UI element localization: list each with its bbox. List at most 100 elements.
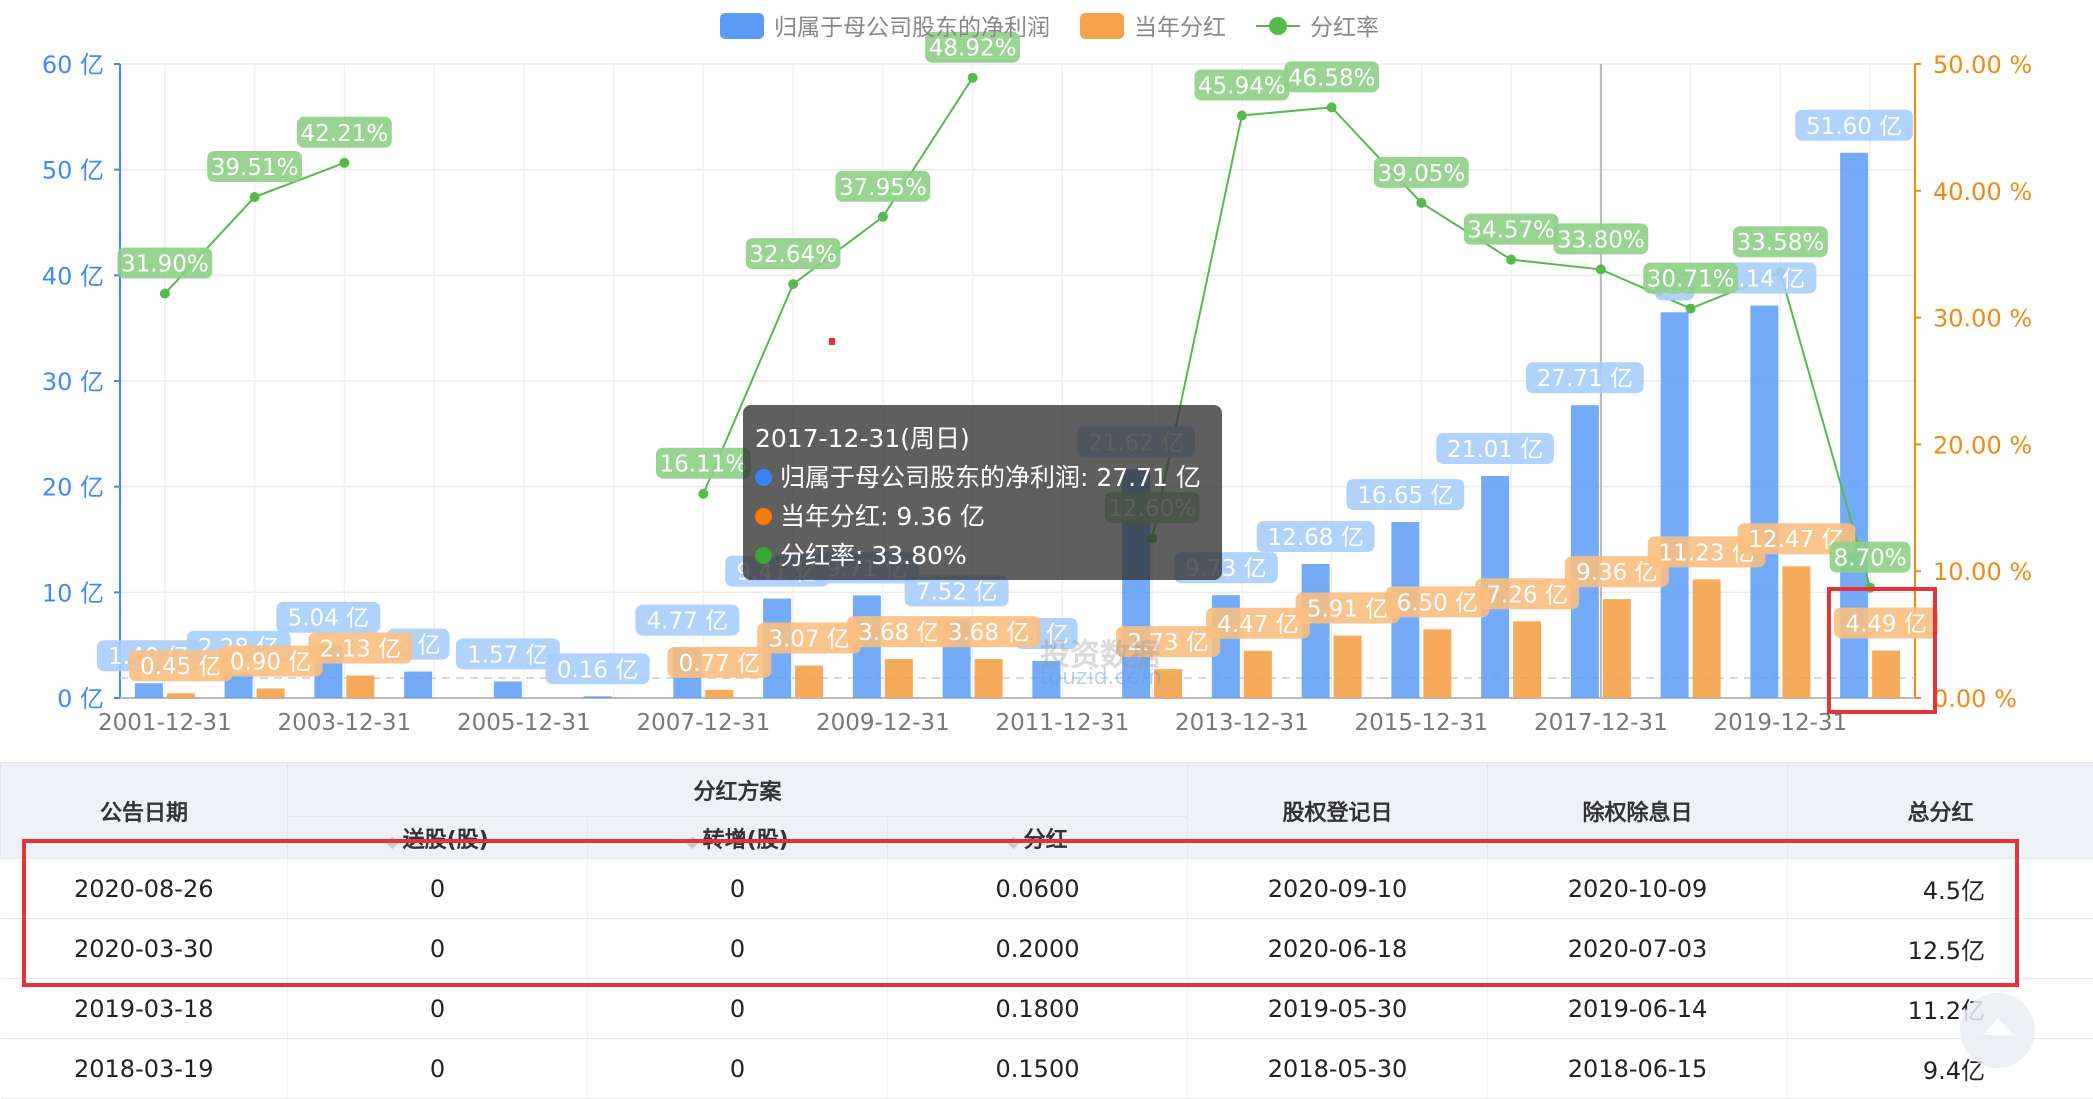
point-payout-ratio bbox=[1416, 198, 1426, 208]
label-payout-ratio: 46.58% bbox=[1288, 65, 1376, 91]
tooltip-row-ratio: 分红率: 33.80% bbox=[755, 536, 1210, 575]
table-cell: 9.4亿 bbox=[1788, 1039, 2093, 1099]
header-cash-dividend-label: 分红 bbox=[1024, 828, 1068, 853]
x-tick-label: 2013-12-31 bbox=[1175, 710, 1309, 736]
bar-dividend bbox=[1693, 579, 1721, 698]
table-row: 2020-08-26000.06002020-09-102020-10-094.… bbox=[1, 859, 2093, 919]
sort-icon: ◆ bbox=[686, 832, 698, 851]
label-net-profit: 21.01 亿 bbox=[1447, 437, 1543, 463]
label-dividend: 4.47 亿 bbox=[1217, 612, 1299, 638]
bar-net-profit bbox=[135, 683, 163, 698]
legend-label: 归属于母公司股东的净利润 bbox=[774, 15, 1050, 41]
header-record-date[interactable]: 股权登记日 bbox=[1188, 763, 1488, 859]
table-cell: 0 bbox=[288, 979, 588, 1039]
label-net-profit: 16.65 亿 bbox=[1357, 483, 1453, 509]
point-payout-ratio bbox=[160, 289, 170, 299]
table-cell: 0.1500 bbox=[888, 1039, 1188, 1099]
table-cell: 2019-06-14 bbox=[1488, 979, 1788, 1039]
tooltip-row-dividend: 当年分红: 9.36 亿 bbox=[755, 497, 1210, 536]
label-net-profit: 7.52 亿 bbox=[916, 580, 998, 606]
table-cell: 4.5亿 bbox=[1788, 859, 2093, 919]
table-cell: 2019-03-18 bbox=[1, 979, 288, 1039]
x-tick-label: 2011-12-31 bbox=[996, 710, 1130, 736]
label-net-profit: 1.57 亿 bbox=[467, 642, 549, 668]
point-payout-ratio bbox=[339, 158, 349, 168]
legend-label: 分红率 bbox=[1310, 15, 1379, 41]
legend-marker bbox=[1269, 17, 1287, 35]
header-total-dividend[interactable]: 总分红 bbox=[1788, 763, 2093, 859]
bar-dividend bbox=[885, 659, 913, 698]
bar-dividend bbox=[1872, 651, 1900, 698]
label-net-profit: 5.04 亿 bbox=[288, 606, 370, 632]
bar-dividend bbox=[346, 675, 374, 698]
table-cell: 2018-06-15 bbox=[1488, 1039, 1788, 1099]
label-dividend: 4.49 亿 bbox=[1845, 612, 1927, 638]
table-cell: 2020-07-03 bbox=[1488, 919, 1788, 979]
x-tick-label: 2015-12-31 bbox=[1355, 710, 1489, 736]
label-payout-ratio: 39.51% bbox=[211, 155, 299, 181]
y-right-tick-label: 0.00 % bbox=[1933, 685, 2017, 713]
bar-net-profit bbox=[584, 696, 612, 698]
table-row: 2020-03-30000.20002020-06-182020-07-0312… bbox=[1, 919, 2093, 979]
bar-dividend bbox=[1603, 599, 1631, 698]
tooltip-row-label: 分红率: 33.80% bbox=[780, 536, 967, 575]
table-cell: 12.5亿 bbox=[1788, 919, 2093, 979]
y-left-tick-label: 10 亿 bbox=[42, 579, 104, 607]
point-payout-ratio bbox=[788, 279, 798, 289]
y-left-tick-label: 60 亿 bbox=[42, 51, 104, 79]
table-cell: 0 bbox=[288, 919, 588, 979]
label-dividend: 2.13 亿 bbox=[320, 636, 402, 662]
y-right-tick-label: 10.00 % bbox=[1933, 558, 2032, 586]
header-dividend-plan: 分红方案 bbox=[288, 763, 1188, 817]
label-dividend: 7.26 亿 bbox=[1486, 582, 1568, 608]
tooltip-dot-green bbox=[755, 547, 772, 564]
label-net-profit: 4.77 亿 bbox=[647, 609, 729, 635]
header-announce-date[interactable]: 公告日期 bbox=[1, 763, 288, 859]
sort-icon: ◆ bbox=[386, 832, 398, 851]
table-cell: 0 bbox=[288, 859, 588, 919]
header-transfer-shares-label: 转增(股) bbox=[703, 828, 789, 853]
header-transfer-shares[interactable]: ◆ 转增(股) bbox=[588, 817, 888, 859]
y-left-tick-label: 20 亿 bbox=[42, 474, 104, 502]
red-marker bbox=[829, 338, 835, 345]
table-cell: 0 bbox=[588, 1039, 888, 1099]
label-dividend: 3.68 亿 bbox=[858, 620, 940, 646]
table-cell: 0.1800 bbox=[888, 979, 1188, 1039]
tooltip-row-label: 归属于母公司股东的净利润: 27.71 亿 bbox=[780, 458, 1201, 497]
table-cell: 2019-05-30 bbox=[1188, 979, 1488, 1039]
tooltip-title: 2017-12-31(周日) bbox=[755, 419, 1210, 458]
table-cell: 2018-05-30 bbox=[1188, 1039, 1488, 1099]
x-tick-label: 2003-12-31 bbox=[278, 710, 412, 736]
point-payout-ratio bbox=[250, 192, 260, 202]
scroll-to-top-button[interactable] bbox=[1960, 993, 2035, 1068]
table-row: 2019-03-18000.18002019-05-302019-06-1411… bbox=[1, 979, 2093, 1039]
point-payout-ratio bbox=[968, 73, 978, 83]
y-right-tick-label: 50.00 % bbox=[1933, 51, 2032, 79]
x-tick-label: 2017-12-31 bbox=[1534, 710, 1668, 736]
header-cash-dividend[interactable]: ◆分红 bbox=[888, 817, 1188, 859]
header-ex-date[interactable]: 除权除息日 bbox=[1488, 763, 1788, 859]
y-right-tick-label: 30.00 % bbox=[1933, 305, 2032, 333]
bar-net-profit bbox=[404, 672, 432, 698]
dividend-table-container: 公告日期 分红方案 股权登记日 除权除息日 总分红 ◆送股(股) ◆转增(股) … bbox=[0, 762, 2093, 1084]
header-bonus-shares[interactable]: ◆送股(股) bbox=[288, 817, 588, 859]
dividend-table: 公告日期 分红方案 股权登记日 除权除息日 总分红 ◆送股(股) ◆转增(股) … bbox=[0, 762, 2093, 1099]
tooltip-dot-blue bbox=[755, 469, 772, 486]
label-payout-ratio: 30.71% bbox=[1647, 267, 1735, 293]
label-net-profit: 51.60 亿 bbox=[1806, 114, 1902, 140]
table-cell: 0 bbox=[588, 979, 888, 1039]
x-tick-label: 2005-12-31 bbox=[457, 710, 591, 736]
y-right-tick-label: 20.00 % bbox=[1933, 431, 2032, 459]
label-payout-ratio: 45.94% bbox=[1198, 73, 1286, 99]
tooltip-row-profit: 归属于母公司股东的净利润: 27.71 亿 bbox=[755, 458, 1210, 497]
bar-dividend bbox=[257, 688, 285, 698]
bar-dividend bbox=[1423, 629, 1451, 698]
x-tick-label: 2019-12-31 bbox=[1714, 710, 1848, 736]
table-cell: 0 bbox=[588, 859, 888, 919]
bar-dividend bbox=[167, 693, 195, 698]
bar-dividend bbox=[975, 659, 1003, 698]
table-row: 2018-03-19000.15002018-05-302018-06-159.… bbox=[1, 1039, 2093, 1099]
table-cell: 0.0600 bbox=[888, 859, 1188, 919]
label-dividend: 9.36 亿 bbox=[1576, 560, 1658, 586]
label-net-profit: 27.71 亿 bbox=[1537, 366, 1633, 392]
